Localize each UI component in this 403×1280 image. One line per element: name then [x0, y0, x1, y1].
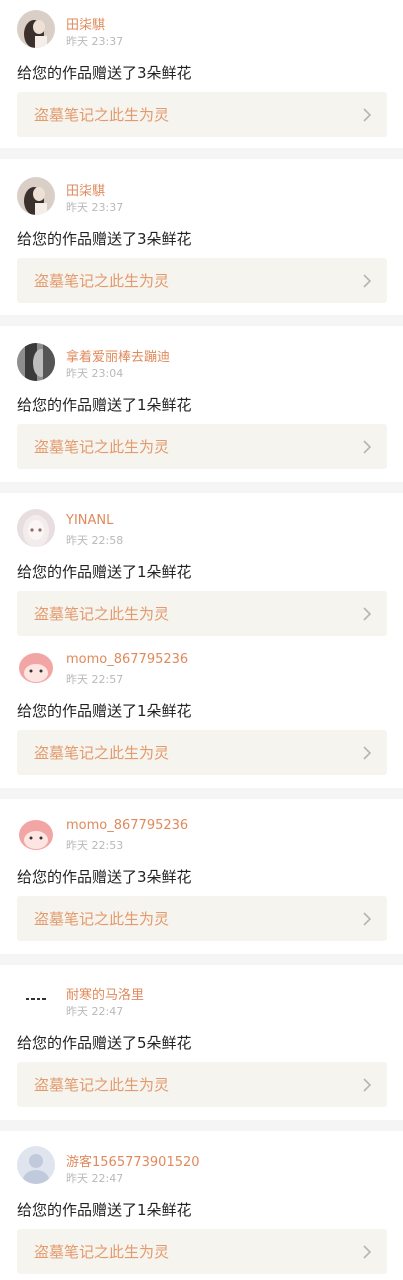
chevron-right-icon	[363, 912, 372, 926]
work-title: 盗墓笔记之此生为灵	[34, 106, 170, 124]
work-title: 盗墓笔记之此生为灵	[34, 910, 170, 928]
gift-message: 给您的作品赠送了1朵鲜花	[17, 563, 192, 581]
timestamp: 昨天 23:04	[66, 367, 124, 380]
avatar[interactable]	[17, 647, 55, 685]
sender-name[interactable]: 耐寒的马洛里	[66, 984, 144, 1003]
sender-name[interactable]: 田柒騏	[66, 180, 105, 199]
sender-name[interactable]: YINANL	[66, 513, 113, 528]
timestamp: 昨天 22:58	[66, 534, 124, 547]
work-link[interactable]: 盗墓笔记之此生为灵	[17, 730, 387, 775]
timestamp: 昨天 22:57	[66, 673, 124, 686]
chevron-right-icon	[363, 607, 372, 621]
gift-notification-feed: 田柒騏 昨天 23:37 给您的作品赠送了3朵鲜花 盗墓笔记之此生为灵 田柒騏 …	[0, 0, 403, 1280]
sender-name[interactable]: 游客1565773901520	[66, 1151, 200, 1170]
notification-item: YINANL 昨天 22:58 给您的作品赠送了1朵鲜花 盗墓笔记之此生为灵 m…	[0, 493, 403, 788]
work-link[interactable]: 盗墓笔记之此生为灵	[17, 424, 387, 469]
gift-message: 给您的作品赠送了3朵鲜花	[17, 64, 192, 82]
timestamp: 昨天 23:37	[66, 35, 124, 48]
notification-item: 田柒騏 昨天 23:37 给您的作品赠送了3朵鲜花 盗墓笔记之此生为灵	[0, 159, 403, 315]
work-title: 盗墓笔记之此生为灵	[34, 744, 170, 762]
work-link[interactable]: 盗墓笔记之此生为灵	[17, 92, 387, 137]
chevron-right-icon	[363, 1078, 372, 1092]
notification-item: momo_867795236 昨天 22:53 给您的作品赠送了3朵鲜花 盗墓笔…	[0, 799, 403, 954]
avatar[interactable]	[17, 1146, 55, 1184]
timestamp: 昨天 22:47	[66, 1172, 124, 1185]
sender-name[interactable]: 拿着爱丽棒去蹦迪	[66, 346, 170, 365]
chevron-right-icon	[363, 274, 372, 288]
gift-message: 给您的作品赠送了1朵鲜花	[17, 702, 192, 720]
sender-name[interactable]: 田柒騏	[66, 14, 105, 33]
gift-message: 给您的作品赠送了1朵鲜花	[17, 396, 192, 414]
timestamp: 昨天 22:47	[66, 1005, 124, 1018]
notification-item: 耐寒的马洛里 昨天 22:47 给您的作品赠送了5朵鲜花 盗墓笔记之此生为灵	[0, 965, 403, 1120]
chevron-right-icon	[363, 1245, 372, 1259]
gift-message: 给您的作品赠送了3朵鲜花	[17, 868, 192, 886]
notification-item: 田柒騏 昨天 23:37 给您的作品赠送了3朵鲜花 盗墓笔记之此生为灵	[0, 0, 403, 148]
gift-message: 给您的作品赠送了5朵鲜花	[17, 1034, 192, 1052]
work-link[interactable]: 盗墓笔记之此生为灵	[17, 591, 387, 636]
work-title: 盗墓笔记之此生为灵	[34, 605, 170, 623]
avatar[interactable]	[17, 10, 55, 48]
work-title: 盗墓笔记之此生为灵	[34, 1243, 170, 1261]
work-title: 盗墓笔记之此生为灵	[34, 438, 170, 456]
work-title: 盗墓笔记之此生为灵	[34, 272, 170, 290]
chevron-right-icon	[363, 440, 372, 454]
notification-item: 游客1565773901520 昨天 22:47 给您的作品赠送了1朵鲜花 盗墓…	[0, 1131, 403, 1280]
work-link[interactable]: 盗墓笔记之此生为灵	[17, 258, 387, 303]
notification-item: 拿着爱丽棒去蹦迪 昨天 23:04 给您的作品赠送了1朵鲜花 盗墓笔记之此生为灵	[0, 326, 403, 482]
gift-message: 给您的作品赠送了3朵鲜花	[17, 230, 192, 248]
work-link[interactable]: 盗墓笔记之此生为灵	[17, 1229, 387, 1274]
timestamp: 昨天 23:37	[66, 201, 124, 214]
avatar[interactable]	[17, 814, 55, 852]
sender-name[interactable]: momo_867795236	[66, 652, 188, 667]
sender-name[interactable]: momo_867795236	[66, 818, 188, 833]
work-title: 盗墓笔记之此生为灵	[34, 1076, 170, 1094]
timestamp: 昨天 22:53	[66, 839, 124, 852]
avatar[interactable]	[17, 177, 55, 215]
chevron-right-icon	[363, 108, 372, 122]
avatar[interactable]	[17, 509, 55, 547]
avatar[interactable]	[17, 343, 55, 381]
avatar[interactable]	[17, 980, 55, 1018]
gift-message: 给您的作品赠送了1朵鲜花	[17, 1201, 192, 1219]
work-link[interactable]: 盗墓笔记之此生为灵	[17, 1062, 387, 1107]
work-link[interactable]: 盗墓笔记之此生为灵	[17, 896, 387, 941]
chevron-right-icon	[363, 746, 372, 760]
